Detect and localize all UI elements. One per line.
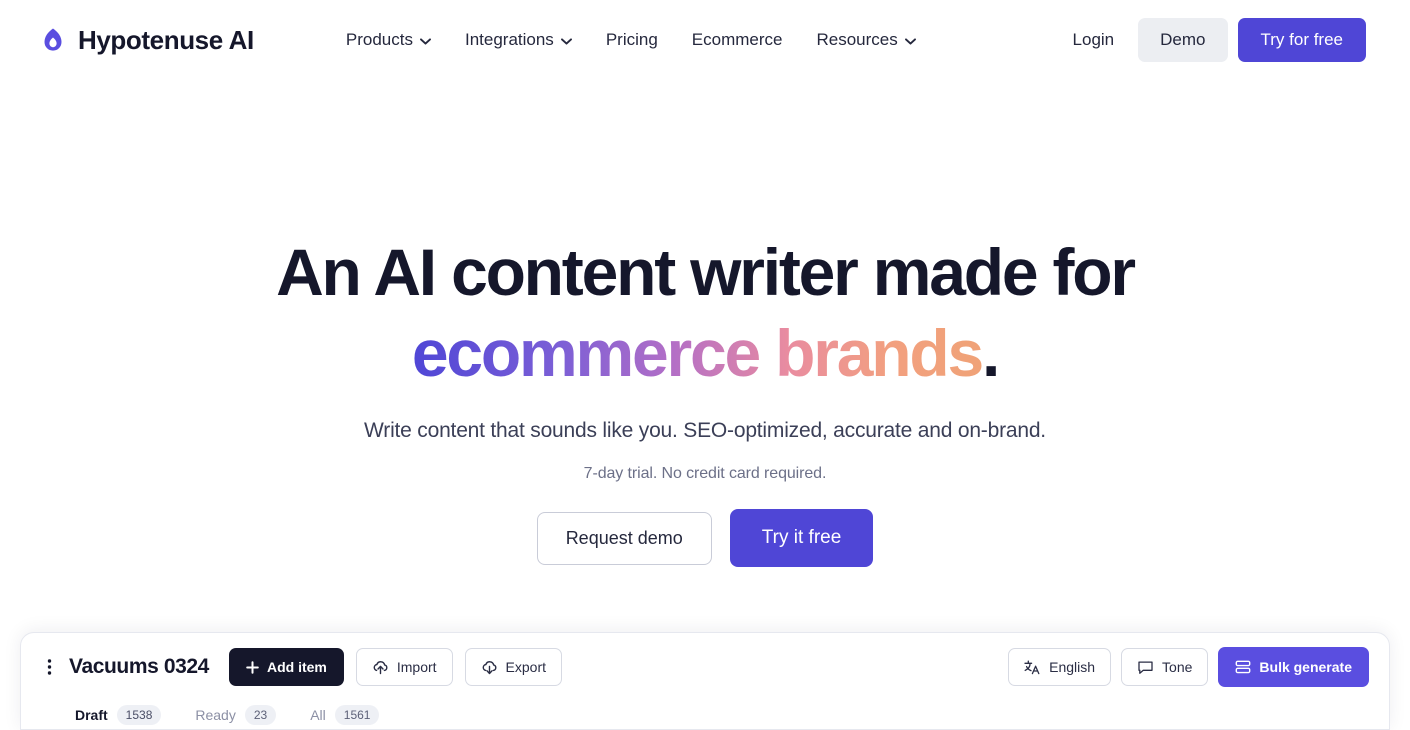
- tab-draft[interactable]: Draft 1538: [75, 705, 162, 725]
- nav-item-ecommerce[interactable]: Ecommerce: [692, 30, 783, 50]
- primary-nav: Products Integrations Pricing Ecommerce …: [346, 30, 916, 50]
- try-it-free-button[interactable]: Try it free: [729, 509, 874, 568]
- try-for-free-button[interactable]: Try for free: [1237, 18, 1366, 62]
- nav-item-label: Pricing: [605, 30, 658, 49]
- nav-item-resources[interactable]: Resources: [816, 30, 916, 50]
- chevron-down-icon: [904, 37, 916, 45]
- project-title: Vacuums 0324: [69, 655, 209, 678]
- hero-title-line1: An AI content writer made for: [276, 235, 1136, 309]
- app-toolbar-right: English Tone Bulk generate: [1008, 647, 1369, 687]
- plus-icon: [246, 660, 259, 674]
- language-button[interactable]: English: [1008, 648, 1112, 686]
- nav-item-label: Integrations: [464, 30, 554, 49]
- cloud-download-icon: [481, 660, 498, 675]
- demo-button[interactable]: Demo: [1138, 18, 1228, 62]
- export-button[interactable]: Export: [464, 648, 563, 686]
- add-item-label: Add item: [266, 659, 327, 675]
- import-label: Import: [396, 659, 437, 675]
- tab-all-label: All: [310, 707, 326, 723]
- tab-ready-count: 23: [244, 705, 277, 725]
- language-label: English: [1049, 659, 1096, 675]
- nav-item-products[interactable]: Products: [346, 30, 431, 50]
- app-status-tabs: Draft 1538 Ready 23 All 1561: [41, 705, 1369, 725]
- app-toolbar: Vacuums 0324 Add item Import Export Engl…: [41, 647, 1369, 687]
- cloud-upload-icon: [372, 660, 389, 675]
- hypotenuse-logo-icon: [40, 27, 66, 53]
- brand-logo[interactable]: Hypotenuse AI: [40, 25, 254, 56]
- tab-draft-count: 1538: [116, 705, 162, 725]
- nav-item-label: Resources: [816, 30, 898, 49]
- nav-item-label: Products: [345, 30, 413, 49]
- tab-all[interactable]: All 1561: [310, 705, 380, 725]
- hero-section: An AI content writer made for ecommerce …: [0, 80, 1410, 568]
- nav-item-label: Ecommerce: [691, 30, 783, 49]
- bulk-generate-label: Bulk generate: [1259, 659, 1352, 675]
- chevron-down-icon: [560, 37, 572, 45]
- chat-bubble-icon: [1137, 660, 1154, 675]
- import-button[interactable]: Import: [355, 648, 453, 686]
- tone-button[interactable]: Tone: [1121, 648, 1209, 686]
- hero-trial-note: 7-day trial. No credit card required.: [583, 465, 827, 483]
- vertical-dots-icon[interactable]: [41, 658, 57, 676]
- site-header: Hypotenuse AI Products Integrations Pric…: [0, 0, 1410, 80]
- stack-icon: [1235, 660, 1251, 674]
- app-preview-panel: Vacuums 0324 Add item Import Export Engl…: [20, 632, 1390, 730]
- add-item-button[interactable]: Add item: [228, 648, 344, 686]
- nav-item-pricing[interactable]: Pricing: [606, 30, 658, 50]
- chevron-down-icon: [420, 37, 431, 45]
- hero-subtitle: Write content that sounds like you. SEO-…: [364, 419, 1046, 443]
- nav-actions: Login Demo Try for free: [1059, 18, 1366, 62]
- bulk-generate-button[interactable]: Bulk generate: [1218, 647, 1369, 687]
- tab-ready[interactable]: Ready 23: [195, 705, 277, 725]
- export-label: Export: [505, 659, 547, 675]
- tab-draft-label: Draft: [75, 707, 108, 723]
- hero-title-period: .: [981, 315, 1000, 390]
- tone-label: Tone: [1162, 659, 1193, 675]
- hero-title-gradient-text: ecommerce brands: [411, 315, 984, 390]
- page-title: An AI content writer made for ecommerce …: [0, 232, 1410, 393]
- tab-all-count: 1561: [334, 705, 380, 725]
- request-demo-button[interactable]: Request demo: [536, 511, 712, 565]
- login-link[interactable]: Login: [1059, 20, 1129, 60]
- tab-ready-label: Ready: [195, 707, 236, 723]
- hero-cta-group: Request demo Try it free: [0, 509, 1410, 568]
- nav-item-integrations[interactable]: Integrations: [465, 30, 572, 50]
- hero-title-line2: ecommerce brands.: [0, 313, 1410, 394]
- brand-name: Hypotenuse AI: [78, 24, 254, 55]
- translate-icon: [1024, 660, 1041, 675]
